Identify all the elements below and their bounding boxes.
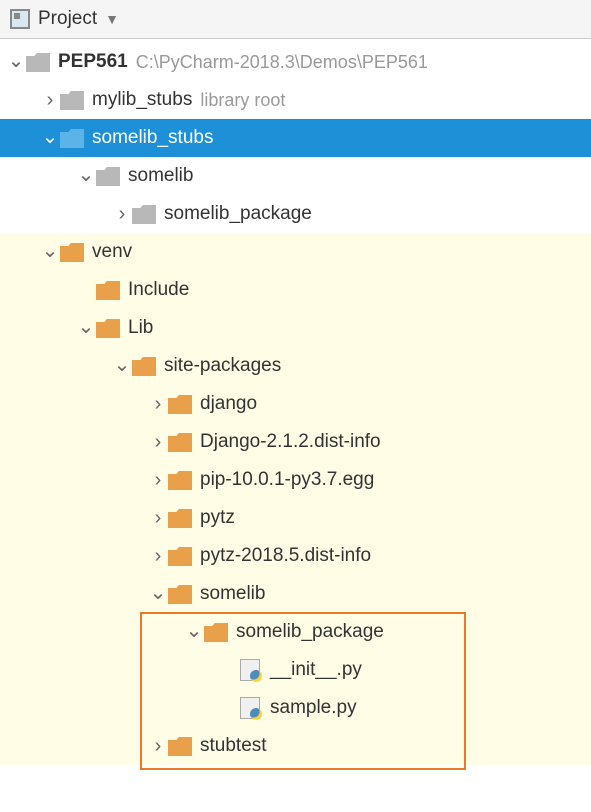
tree-node-file-init[interactable]: __init__.py	[0, 651, 591, 689]
node-label: somelib	[128, 165, 193, 187]
expand-arrow-icon[interactable]	[40, 89, 60, 112]
folder-icon	[168, 546, 192, 566]
node-label: somelib_package	[164, 203, 312, 225]
node-note: library root	[200, 90, 285, 111]
tree-node-mylib-stubs[interactable]: mylib_stubs library root	[0, 81, 591, 119]
folder-icon	[168, 394, 192, 414]
node-label: Include	[128, 279, 189, 301]
node-label: site-packages	[164, 355, 281, 377]
node-label: PEP561	[58, 51, 128, 73]
tree-node-site-packages[interactable]: site-packages	[0, 347, 591, 385]
node-label: mylib_stubs	[92, 89, 192, 111]
project-tool-header: Project ▼	[0, 0, 591, 39]
expand-arrow-icon[interactable]	[148, 469, 168, 492]
folder-icon	[96, 318, 120, 338]
expand-arrow-icon[interactable]	[6, 50, 26, 75]
node-label: pip-10.0.1-py3.7.egg	[200, 469, 374, 491]
folder-icon	[168, 470, 192, 490]
tree-node-pip-egg[interactable]: pip-10.0.1-py3.7.egg	[0, 461, 591, 499]
node-label: pytz-2018.5.dist-info	[200, 545, 371, 567]
python-file-icon	[240, 659, 260, 681]
expand-arrow-icon[interactable]	[148, 431, 168, 454]
node-label: somelib_package	[236, 621, 384, 643]
dropdown-arrow-icon[interactable]: ▼	[105, 11, 119, 27]
node-label: sample.py	[270, 697, 357, 719]
expand-arrow-icon[interactable]	[184, 620, 204, 645]
tree-node-pytz-dist[interactable]: pytz-2018.5.dist-info	[0, 537, 591, 575]
tree-node-include[interactable]: Include	[0, 271, 591, 309]
expand-arrow-icon[interactable]	[148, 507, 168, 530]
folder-icon	[96, 280, 120, 300]
project-title[interactable]: Project	[38, 8, 97, 30]
tree-node-lib[interactable]: Lib	[0, 309, 591, 347]
tree-node-somelib-stubs[interactable]: somelib_stubs	[0, 119, 591, 157]
expand-arrow-icon[interactable]	[148, 393, 168, 416]
folder-icon	[132, 356, 156, 376]
folder-icon	[168, 432, 192, 452]
tree-node-somelib-venv[interactable]: somelib	[0, 575, 591, 613]
tree-node-somelib[interactable]: somelib	[0, 157, 591, 195]
node-label: venv	[92, 241, 132, 263]
python-file-icon	[240, 697, 260, 719]
folder-icon	[26, 52, 50, 72]
project-tree: PEP561 C:\PyCharm-2018.3\Demos\PEP561 my…	[0, 39, 591, 765]
expand-arrow-icon[interactable]	[112, 354, 132, 379]
expand-arrow-icon[interactable]	[76, 316, 96, 341]
node-label: Lib	[128, 317, 153, 339]
folder-icon	[60, 90, 84, 110]
expand-arrow-icon[interactable]	[148, 582, 168, 607]
tree-node-django-dist[interactable]: Django-2.1.2.dist-info	[0, 423, 591, 461]
tree-node-somelib-package-venv[interactable]: somelib_package	[0, 613, 591, 651]
folder-icon	[60, 128, 84, 148]
node-label: somelib	[200, 583, 265, 605]
node-label: stubtest	[200, 735, 267, 757]
tree-node-stubtest[interactable]: stubtest	[0, 727, 591, 765]
folder-icon	[168, 508, 192, 528]
folder-icon	[60, 242, 84, 262]
node-label: Django-2.1.2.dist-info	[200, 431, 381, 453]
expand-arrow-icon[interactable]	[148, 735, 168, 758]
node-label: django	[200, 393, 257, 415]
tree-node-somelib-package[interactable]: somelib_package	[0, 195, 591, 233]
folder-icon	[168, 736, 192, 756]
node-label: pytz	[200, 507, 235, 529]
node-path: C:\PyCharm-2018.3\Demos\PEP561	[136, 52, 428, 73]
tree-node-venv[interactable]: venv	[0, 233, 591, 271]
expand-arrow-icon[interactable]	[40, 126, 60, 151]
folder-icon	[204, 622, 228, 642]
expand-arrow-icon[interactable]	[40, 240, 60, 265]
node-label: somelib_stubs	[92, 127, 213, 149]
folder-icon	[168, 584, 192, 604]
tree-node-django[interactable]: django	[0, 385, 591, 423]
tree-node-root[interactable]: PEP561 C:\PyCharm-2018.3\Demos\PEP561	[0, 43, 591, 81]
folder-icon	[132, 204, 156, 224]
node-label: __init__.py	[270, 659, 362, 681]
folder-icon	[96, 166, 120, 186]
tree-node-file-sample[interactable]: sample.py	[0, 689, 591, 727]
expand-arrow-icon[interactable]	[76, 164, 96, 189]
expand-arrow-icon[interactable]	[148, 545, 168, 568]
project-icon	[10, 9, 30, 29]
expand-arrow-icon[interactable]	[112, 203, 132, 226]
tree-node-pytz[interactable]: pytz	[0, 499, 591, 537]
